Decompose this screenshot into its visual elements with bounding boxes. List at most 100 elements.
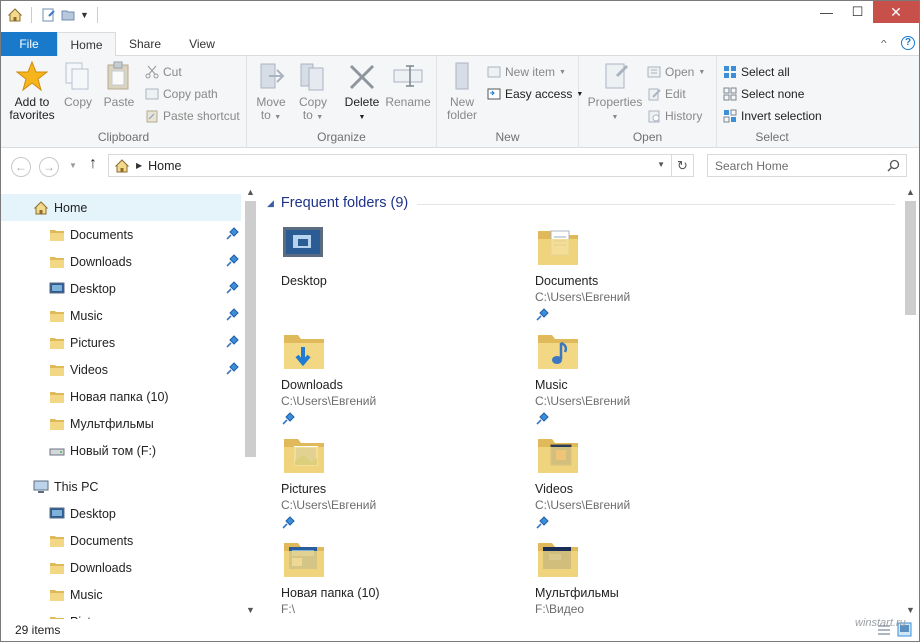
nav-item-pictures[interactable]: Pictures [1,329,241,356]
pin-icon[interactable] [535,516,549,530]
collapse-ribbon-icon[interactable]: ^ [881,38,887,48]
tab-share[interactable]: Share [116,32,174,56]
folder-tile[interactable]: Videos C:\Users\Евгений [535,431,775,535]
properties-button[interactable]: Properties ▼ [587,60,643,124]
pin-icon[interactable] [281,516,295,530]
nav-item-downloads[interactable]: Downloads [1,248,241,275]
forward-button[interactable]: → [39,157,59,177]
frequent-folders-header[interactable]: ◢ Frequent folders (9) [267,195,408,211]
nav-item-label: Desktop [70,506,116,521]
breadcrumb-home[interactable]: Home [148,159,181,173]
up-arrow-icon[interactable]: ↑ [89,155,97,173]
nav-item-label: Home [54,200,88,215]
recent-locations-chevron-icon[interactable]: ▼ [69,161,77,170]
navigation-scrollbar[interactable]: ▲ ▼ [242,187,259,619]
properties-icon[interactable] [40,7,56,23]
customize-qat-chevron-icon[interactable]: ▼ [80,10,89,20]
collapse-group-icon[interactable]: ◢ [267,198,274,209]
close-button[interactable]: ✕ [873,1,919,23]
nav-item-pc-desktop[interactable]: Desktop [1,500,241,527]
delete-button[interactable]: Delete ▼ [343,60,381,124]
cut-button[interactable]: Cut [145,62,182,82]
pin-icon[interactable] [225,308,239,322]
content-scrollbar[interactable]: ▲ ▼ [902,187,919,619]
pin-icon[interactable] [225,254,239,268]
scrollbar-thumb[interactable] [245,201,256,457]
nav-item-music[interactable]: Music [1,302,241,329]
nav-item-videos[interactable]: Videos [1,356,241,383]
folder-tile[interactable]: Downloads C:\Users\Евгений [281,327,521,431]
nav-item-label: Music [70,308,103,323]
pin-icon[interactable] [535,412,549,426]
nav-item-this-pc[interactable]: This PC [1,473,241,500]
nav-item-новый-том-f-[interactable]: Новый том (F:) [1,437,241,464]
search-icon [887,159,900,172]
refresh-icon[interactable]: ↻ [671,155,693,176]
new-folder-button[interactable]: New folder [445,60,479,122]
maximize-button[interactable]: ☐ [842,1,873,23]
search-input[interactable]: Search Home [707,154,907,177]
folder-tile[interactable]: Pictures C:\Users\Евгений [281,431,521,535]
scroll-up-icon[interactable]: ▲ [906,187,915,197]
documents-folder-icon [535,223,581,269]
easy-access-button[interactable]: Easy access ▼ [487,84,583,104]
scrollbar-thumb[interactable] [905,201,916,315]
copy-button[interactable]: Copy [61,60,95,109]
nav-item-pc-documents[interactable]: Documents [1,527,241,554]
organize-group: Move to ▼ Copy to ▼ Delete ▼ Rename Organiz… [247,56,437,148]
back-button[interactable]: ← [11,157,31,177]
minimize-button[interactable]: — [811,1,842,23]
clipboard-group-label: Clipboard [97,130,150,144]
select-none-icon [723,87,737,101]
new-folder-icon [455,62,469,90]
select-all-button[interactable]: Select all [723,62,790,82]
nav-item-home[interactable]: Home [1,194,241,221]
nav-item-desktop[interactable]: Desktop [1,275,241,302]
pin-icon[interactable] [225,362,239,376]
new-folder-icon[interactable] [60,7,76,23]
easy-access-label: Easy access [505,87,573,101]
paste-button[interactable]: Paste [101,60,137,109]
edit-button[interactable]: Edit [647,84,686,104]
copy-path-button[interactable]: Copy path [145,84,218,104]
pin-icon[interactable] [225,281,239,295]
pin-icon[interactable] [535,308,549,322]
pictures-folder-icon [281,431,327,477]
folder-tile[interactable]: Desktop [281,223,521,327]
rename-button[interactable]: Rename [385,60,431,109]
nav-item-pc-music[interactable]: Music [1,581,241,608]
tab-view[interactable]: View [174,32,230,56]
new-item-button[interactable]: New item ▼ [487,62,566,82]
paste-shortcut-button[interactable]: Paste shortcut [145,106,240,126]
pin-icon[interactable] [225,227,239,241]
scroll-down-icon[interactable]: ▼ [906,605,915,615]
history-button[interactable]: History [647,106,702,126]
address-dropdown-icon[interactable]: ▼ [657,160,665,169]
tab-home[interactable]: Home [57,32,116,57]
nav-item-новая-папка-10-[interactable]: Новая папка (10) [1,383,241,410]
folder-path: C:\Users\Евгений [535,394,631,408]
status-bar: 29 items [1,619,919,641]
folder-tile[interactable]: Music C:\Users\Евгений [535,327,775,431]
pin-icon[interactable] [281,412,295,426]
move-to-button[interactable]: Move to ▼ [255,60,287,124]
nav-item-documents[interactable]: Documents [1,221,241,248]
address-bar[interactable]: ▶ Home ▼ ↻ [108,154,694,177]
add-to-favorites-button[interactable]: Add to favorites [7,60,57,122]
copy-to-button[interactable]: Copy to ▼ [297,60,329,124]
breadcrumb-chevron-icon[interactable]: ▶ [136,161,142,170]
scroll-up-icon[interactable]: ▲ [246,187,255,197]
nav-item-pc-downloads[interactable]: Downloads [1,554,241,581]
nav-item-мультфильмы[interactable]: Мультфильмы [1,410,241,437]
invert-selection-button[interactable]: Invert selection [723,106,822,126]
help-icon[interactable]: ? [901,36,915,50]
open-button[interactable]: Open ▼ [647,62,705,82]
edit-label: Edit [665,87,686,101]
tab-file[interactable]: File [1,32,57,56]
pin-icon[interactable] [225,335,239,349]
home-icon[interactable] [7,7,23,23]
select-none-button[interactable]: Select none [723,84,804,104]
folder-name: Videos [535,482,573,496]
scroll-down-icon[interactable]: ▼ [246,605,255,615]
folder-tile[interactable]: Documents C:\Users\Евгений [535,223,775,327]
